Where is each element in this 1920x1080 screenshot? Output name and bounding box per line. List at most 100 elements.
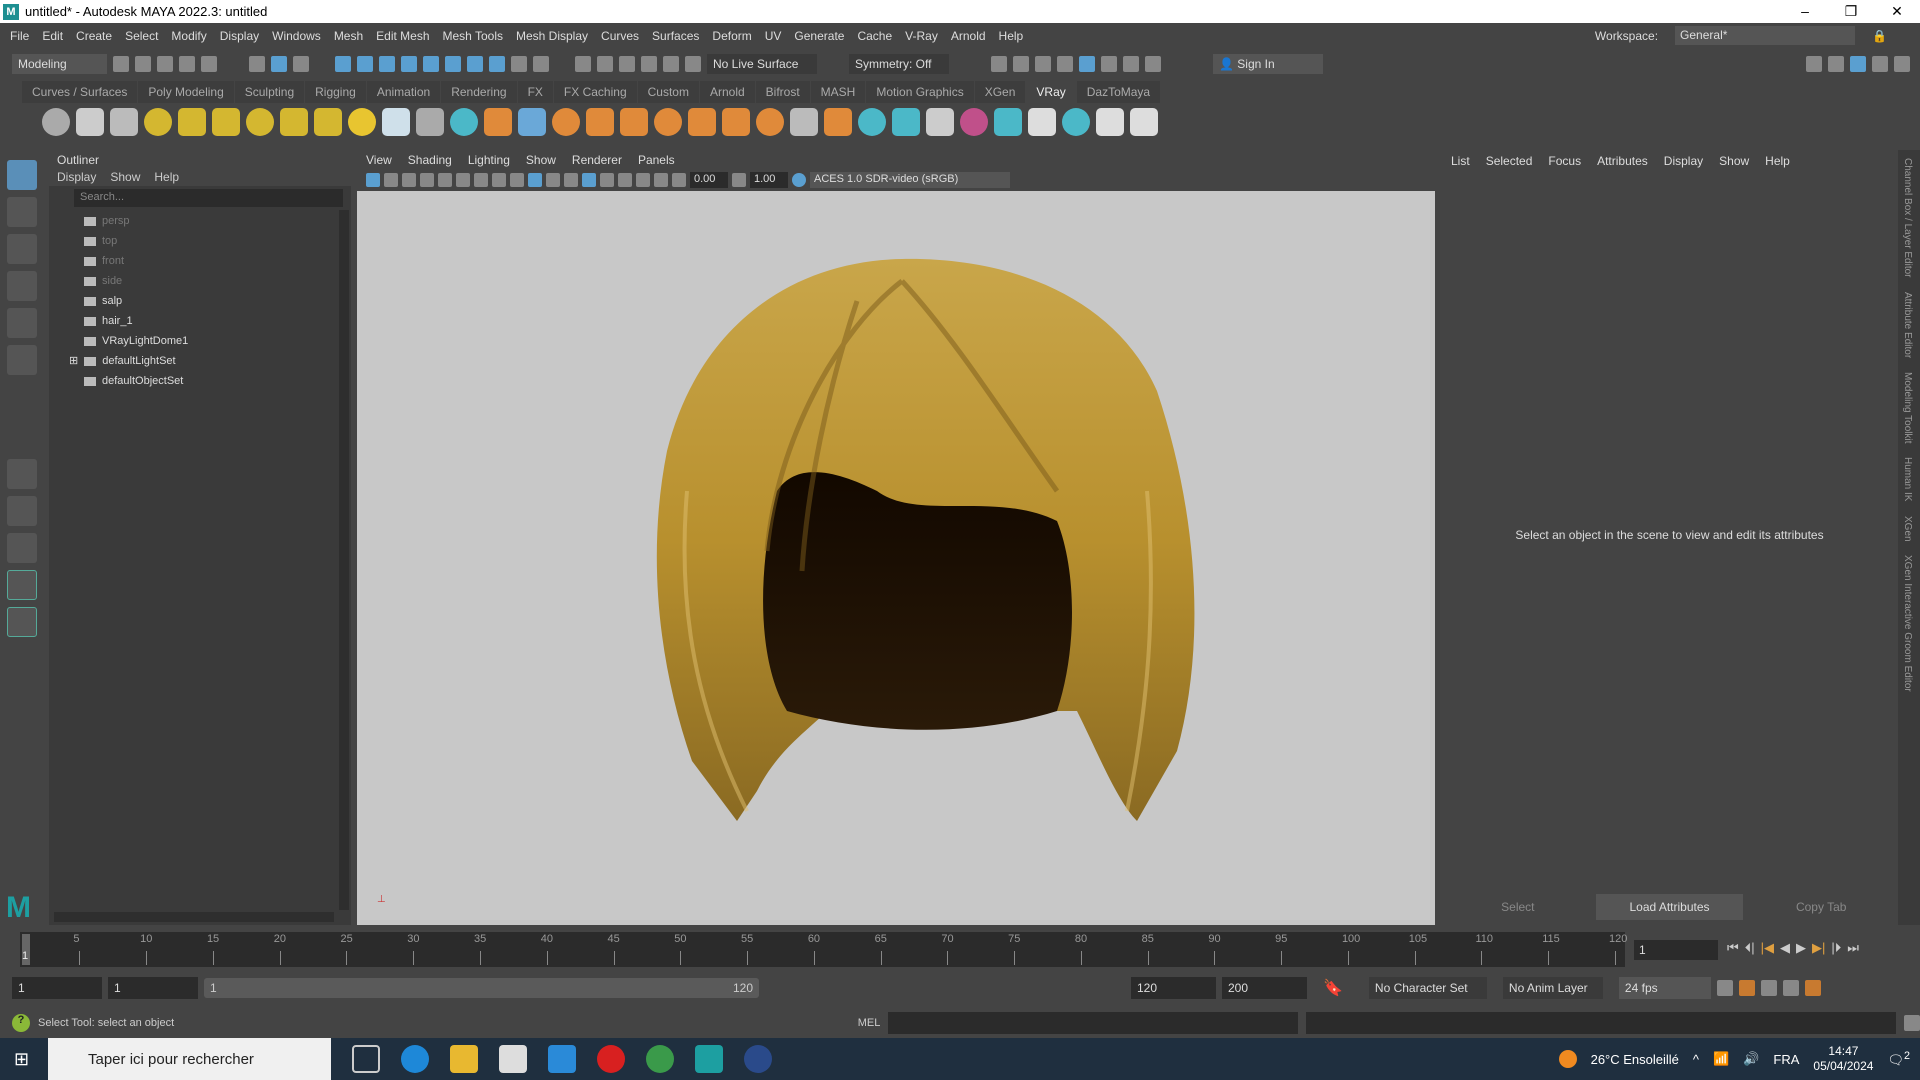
menu-select[interactable]: Select xyxy=(125,29,158,43)
shadows-icon[interactable] xyxy=(618,173,632,187)
chain-icon[interactable] xyxy=(790,108,818,136)
auto-key-icon[interactable]: 🔖 xyxy=(1323,978,1343,998)
attr-menu-focus[interactable]: Focus xyxy=(1548,154,1581,168)
select-tool-icon[interactable] xyxy=(7,160,37,190)
select-component-icon[interactable] xyxy=(293,56,309,72)
shelf-tab-xgen[interactable]: XGen xyxy=(974,81,1026,103)
displacement-icon[interactable] xyxy=(586,108,614,136)
instancer-icon[interactable] xyxy=(892,108,920,136)
select-object-icon[interactable] xyxy=(271,56,287,72)
light-editor-icon[interactable] xyxy=(1123,56,1139,72)
multi-material-icon[interactable] xyxy=(994,108,1022,136)
help-snap-icon[interactable] xyxy=(489,56,505,72)
expand-icon[interactable]: ⊞ xyxy=(69,351,78,371)
mesh-clipper-icon[interactable] xyxy=(688,108,716,136)
ies-light-icon[interactable] xyxy=(314,108,342,136)
outliner-item[interactable]: ⊞ defaultLightSet xyxy=(49,351,351,371)
menu-mesh-display[interactable]: Mesh Display xyxy=(516,29,588,43)
shelf-tab-animation[interactable]: Animation xyxy=(366,81,441,103)
menu-v-ray[interactable]: V-Ray xyxy=(905,29,938,43)
edge-icon[interactable] xyxy=(401,1045,429,1073)
menu-windows[interactable]: Windows xyxy=(272,29,321,43)
lock-selection-icon[interactable] xyxy=(511,56,527,72)
outliner-item[interactable]: hair_1 xyxy=(49,311,351,331)
outliner-item[interactable]: salp xyxy=(49,291,351,311)
outliner-item[interactable]: defaultObjectSet xyxy=(49,371,351,391)
anim-layer-dropdown[interactable]: No Anim Layer xyxy=(1502,977,1603,999)
shelf-tab-rigging[interactable]: Rigging xyxy=(305,81,366,103)
shelf-tab-sculpting[interactable]: Sculpting xyxy=(234,81,305,103)
plane-icon[interactable] xyxy=(382,108,410,136)
menu-display[interactable]: Display xyxy=(220,29,259,43)
lasso-tool-icon[interactable] xyxy=(7,197,37,227)
weather-sun-icon[interactable] xyxy=(1558,1050,1577,1068)
viewport-menu-renderer[interactable]: Renderer xyxy=(572,153,622,167)
viewport-menu-view[interactable]: View xyxy=(366,153,392,167)
attr-menu-show[interactable]: Show xyxy=(1719,154,1749,168)
side-tab-xgen-interactive-groom-editor[interactable]: XGen Interactive Groom Editor xyxy=(1902,555,1913,692)
store-icon[interactable] xyxy=(499,1045,527,1073)
channel-box-icon[interactable] xyxy=(1894,56,1910,72)
frame-buffer-icon[interactable] xyxy=(1062,108,1090,136)
menu-generate[interactable]: Generate xyxy=(794,29,844,43)
vray-render-icon[interactable] xyxy=(110,108,138,136)
scene-icon[interactable] xyxy=(484,108,512,136)
anim-prefs-icon[interactable] xyxy=(1804,980,1821,996)
refresh-icon[interactable] xyxy=(685,56,701,72)
attr-menu-display[interactable]: Display xyxy=(1664,154,1703,168)
construction-icon[interactable] xyxy=(641,56,657,72)
shelf-tab-arnold[interactable]: Arnold xyxy=(699,81,755,103)
range-slider-start[interactable]: 1 xyxy=(210,981,217,995)
menu-arnold[interactable]: Arnold xyxy=(951,29,986,43)
human-ik-icon[interactable] xyxy=(1828,56,1844,72)
attr-menu-help[interactable]: Help xyxy=(1765,154,1790,168)
image-plane-icon[interactable] xyxy=(420,173,434,187)
render-settings-icon[interactable] xyxy=(1057,56,1073,72)
grid-icon[interactable] xyxy=(438,173,452,187)
input-ops-icon[interactable] xyxy=(597,56,613,72)
lights-icon[interactable] xyxy=(600,173,614,187)
shelf-tab-fx-caching[interactable]: FX Caching xyxy=(553,81,637,103)
outliner-item[interactable]: side xyxy=(49,271,351,291)
default-material-icon[interactable] xyxy=(546,173,560,187)
light-bulb-icon[interactable] xyxy=(144,108,172,136)
shelf-tab-bifrost[interactable]: Bifrost xyxy=(755,81,810,103)
material-ball-icon[interactable] xyxy=(960,108,988,136)
four-view-icon[interactable] xyxy=(7,496,37,526)
ambient-occlusion-icon[interactable] xyxy=(636,173,650,187)
menu-create[interactable]: Create xyxy=(76,29,112,43)
workspace-dropdown[interactable]: General* xyxy=(1675,26,1856,45)
outliner-menu-display[interactable]: Display xyxy=(57,170,96,184)
step-forward-frame-icon[interactable]: |⏵ xyxy=(1831,940,1841,956)
exposure-field[interactable]: 0.00 xyxy=(690,172,728,188)
close-button[interactable]: ✕ xyxy=(1874,0,1920,22)
shelf-tab-curves-surfaces[interactable]: Curves / Surfaces xyxy=(22,81,138,103)
rotate-tool-icon[interactable] xyxy=(7,308,37,338)
redo-icon[interactable] xyxy=(201,56,217,72)
proxy-icon[interactable] xyxy=(416,108,444,136)
shelf-tab-custom[interactable]: Custom xyxy=(637,81,699,103)
mel-label[interactable]: MEL xyxy=(858,1017,881,1029)
chrome-icon[interactable] xyxy=(646,1045,674,1073)
shelf-tab-poly-modeling[interactable]: Poly Modeling xyxy=(138,81,234,103)
save-scene-icon[interactable] xyxy=(157,56,173,72)
mail-icon[interactable] xyxy=(548,1045,576,1073)
language-indicator[interactable]: FRA xyxy=(1773,1052,1799,1067)
sun-light-icon[interactable] xyxy=(348,108,376,136)
viewport-canvas[interactable]: ⊥ xyxy=(357,191,1435,925)
menu-surfaces[interactable]: Surfaces xyxy=(652,29,699,43)
volume-icon[interactable]: 🔊 xyxy=(1743,1051,1759,1067)
open-scene-icon[interactable] xyxy=(135,56,151,72)
menu-edit-mesh[interactable]: Edit Mesh xyxy=(376,29,429,43)
opera-icon[interactable] xyxy=(597,1045,625,1073)
resolution-gate-icon[interactable] xyxy=(474,173,488,187)
mel-input[interactable] xyxy=(888,1012,1299,1034)
mode-dropdown[interactable]: Modeling xyxy=(12,54,107,74)
render-view-icon[interactable] xyxy=(991,56,1007,72)
script-editor-icon[interactable] xyxy=(1904,1015,1920,1031)
render-frame-icon[interactable] xyxy=(1013,56,1029,72)
menu-modify[interactable]: Modify xyxy=(171,29,206,43)
move-tool-icon[interactable] xyxy=(7,271,37,301)
grass-icon[interactable] xyxy=(620,108,648,136)
film-gate-icon[interactable] xyxy=(456,173,470,187)
